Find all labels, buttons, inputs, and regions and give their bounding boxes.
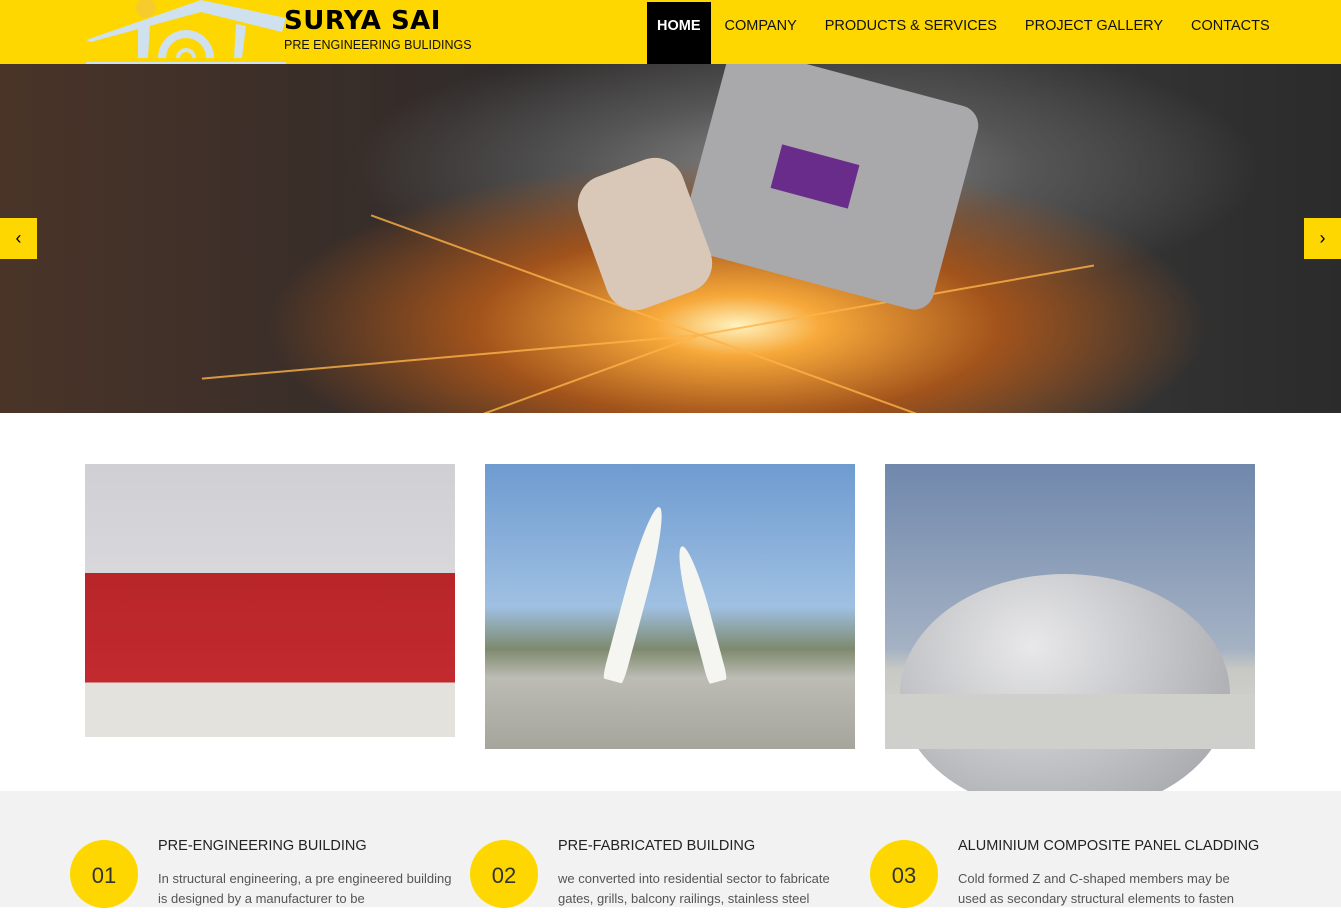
gallery-image-arch[interactable] bbox=[485, 464, 855, 749]
feature-number: 03 bbox=[870, 840, 938, 908]
logo-house-icon[interactable] bbox=[86, 0, 286, 64]
main-nav: HOME COMPANY PRODUCTS & SERVICES PROJECT… bbox=[647, 2, 1284, 64]
nav-project-gallery[interactable]: PROJECT GALLERY bbox=[1011, 2, 1177, 64]
feature-text: Cold formed Z and C-shaped members may b… bbox=[958, 871, 1235, 906]
feature-title[interactable]: PRE-FABRICATED BUILDING bbox=[558, 838, 755, 854]
header: SURYA SAI PRE ENGINEERING BULIDINGS HOME… bbox=[0, 0, 1341, 64]
slider-prev-button[interactable]: ‹ bbox=[0, 218, 37, 259]
nav-company[interactable]: COMPANY bbox=[711, 2, 811, 64]
brand-name[interactable]: SURYA SAI bbox=[284, 6, 441, 36]
nav-products-services[interactable]: PRODUCTS & SERVICES bbox=[811, 2, 1011, 64]
nav-home[interactable]: HOME bbox=[647, 2, 711, 64]
feature-text: In structural engineering, a pre enginee… bbox=[158, 871, 452, 906]
gallery-image-mall[interactable] bbox=[85, 464, 455, 737]
gallery-image-dome[interactable] bbox=[885, 464, 1255, 814]
feature-title[interactable]: PRE-ENGINEERING BUILDING bbox=[158, 838, 367, 854]
feature-number: 01 bbox=[70, 840, 138, 908]
feature-text: we converted into residential sector to … bbox=[558, 871, 830, 906]
hero-slider-image bbox=[0, 64, 1341, 413]
feature-title[interactable]: ALUMINIUM COMPOSITE PANEL CLADDING bbox=[958, 838, 1259, 854]
feature-number: 02 bbox=[470, 840, 538, 908]
slider-next-button[interactable]: › bbox=[1304, 218, 1341, 259]
nav-contacts[interactable]: CONTACTS bbox=[1177, 2, 1284, 64]
brand-tagline: PRE ENGINEERING BULIDINGS bbox=[284, 38, 472, 52]
